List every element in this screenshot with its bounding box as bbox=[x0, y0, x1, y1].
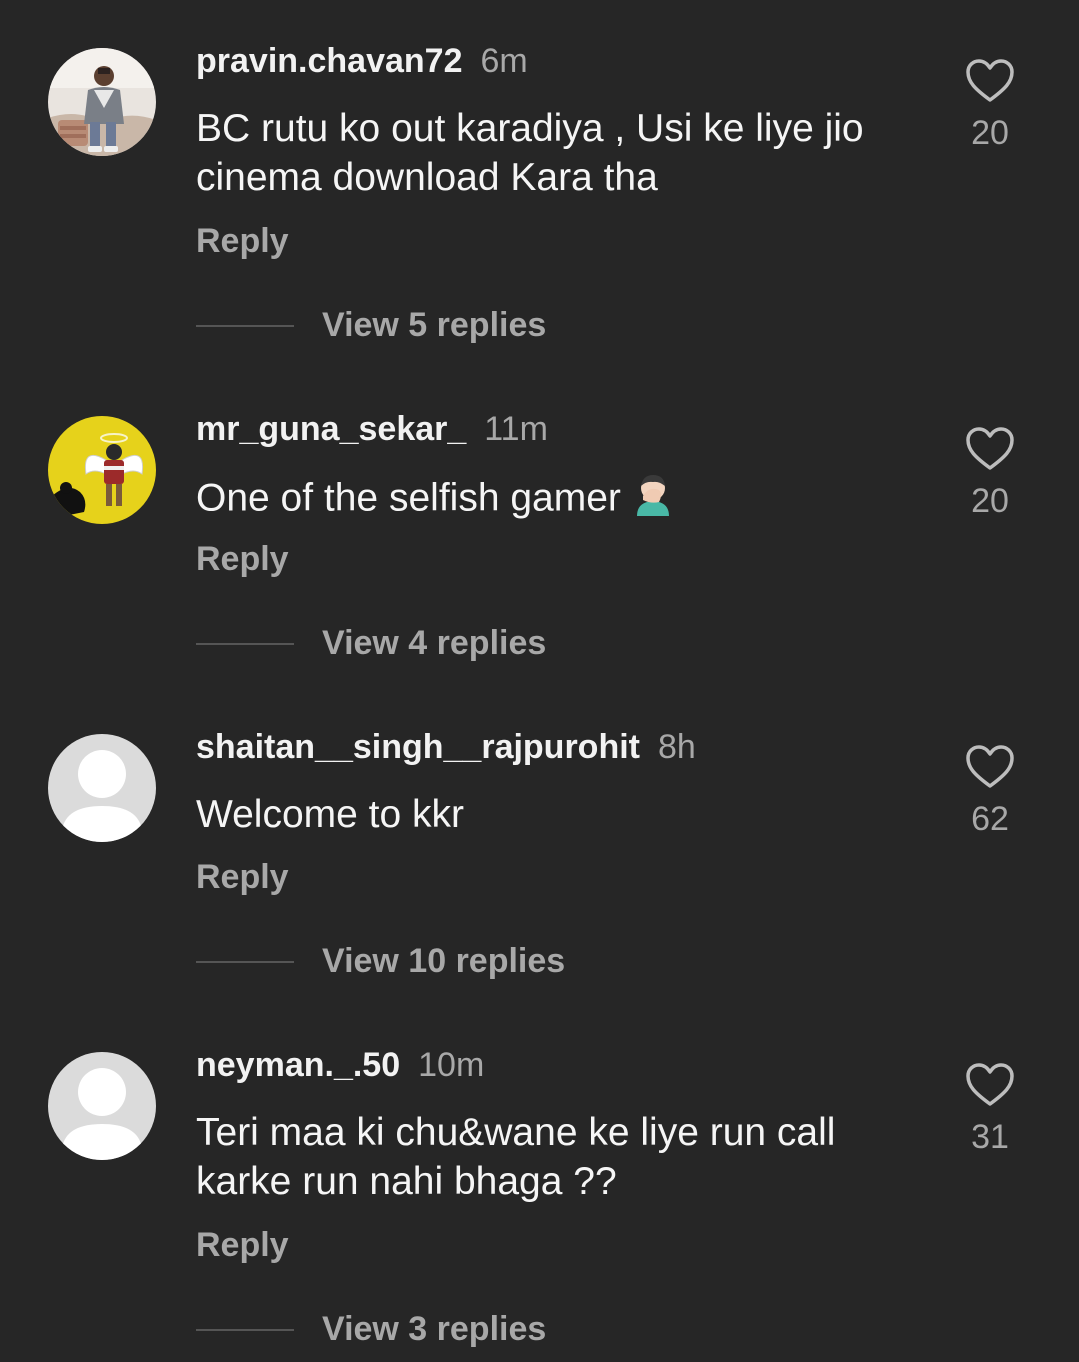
comment-item: pravin.chavan72 6m BC rutu ko out karadiy… bbox=[0, 0, 1079, 344]
comment-item: neyman._.50 10m Teri maa ki chu&wane ke l… bbox=[0, 1004, 1079, 1348]
comment-text-content: One of the selfish gamer bbox=[196, 476, 621, 520]
username[interactable]: mr_guna_sekar_ bbox=[196, 410, 466, 448]
reply-button[interactable]: Reply bbox=[196, 858, 289, 897]
avatar[interactable] bbox=[48, 416, 156, 524]
comment-meta: neyman._.50 10m bbox=[196, 1046, 484, 1085]
timestamp: 8h bbox=[658, 728, 696, 766]
like-button[interactable]: 20 bbox=[960, 58, 1020, 153]
heart-icon bbox=[966, 745, 1014, 788]
like-count: 62 bbox=[971, 800, 1009, 838]
angel-avatar-icon bbox=[48, 416, 156, 524]
divider-line bbox=[196, 960, 294, 963]
view-replies-button[interactable]: View 4 replies bbox=[196, 624, 546, 663]
user-photo-icon bbox=[48, 48, 156, 156]
like-count: 20 bbox=[971, 482, 1009, 520]
comment-meta: pravin.chavan72 6m bbox=[196, 42, 528, 81]
like-count: 20 bbox=[971, 114, 1009, 152]
comment-item: mr_guna_sekar_ 11m One of the selfish gam… bbox=[0, 368, 1079, 686]
avatar[interactable] bbox=[48, 734, 156, 842]
comment-text: BC rutu ko out karadiya , Usi ke liye ji… bbox=[196, 107, 864, 199]
default-avatar-icon bbox=[48, 734, 156, 842]
reply-button[interactable]: Reply bbox=[196, 1226, 289, 1265]
default-avatar-icon bbox=[48, 1052, 156, 1160]
reply-button[interactable]: Reply bbox=[196, 222, 289, 261]
reply-button[interactable]: Reply bbox=[196, 540, 289, 579]
heart-icon bbox=[966, 1063, 1014, 1106]
divider-line bbox=[196, 1328, 294, 1331]
comment-text: One of the selfish gamer bbox=[196, 472, 916, 528]
timestamp: 6m bbox=[480, 42, 528, 80]
like-count: 31 bbox=[971, 1118, 1009, 1156]
divider-line bbox=[196, 642, 294, 645]
comment-item: shaitan__singh__rajpurohit 8h Welcome to … bbox=[0, 686, 1079, 1004]
like-button[interactable]: 62 bbox=[960, 744, 1020, 839]
view-replies-label: View 3 replies bbox=[322, 1310, 547, 1348]
comments-list: pravin.chavan72 6m BC rutu ko out karadiy… bbox=[0, 0, 1079, 1362]
like-button[interactable]: 31 bbox=[960, 1062, 1020, 1157]
view-replies-label: View 10 replies bbox=[322, 942, 566, 980]
comment-meta: shaitan__singh__rajpurohit 8h bbox=[196, 728, 696, 767]
like-button[interactable]: 20 bbox=[960, 426, 1020, 521]
view-replies-button[interactable]: View 3 replies bbox=[196, 1310, 546, 1349]
username[interactable]: pravin.chavan72 bbox=[196, 42, 462, 80]
view-replies-button[interactable]: View 10 replies bbox=[196, 942, 565, 981]
comment-text: Welcome to kkr bbox=[196, 793, 465, 836]
avatar[interactable] bbox=[48, 48, 156, 156]
heart-icon bbox=[966, 59, 1014, 102]
username[interactable]: neyman._.50 bbox=[196, 1046, 400, 1084]
view-replies-button[interactable]: View 5 replies bbox=[196, 306, 546, 345]
divider-line bbox=[196, 324, 294, 327]
timestamp: 11m bbox=[484, 410, 548, 448]
comment-text: Teri maa ki chu&wane ke liye run call ka… bbox=[196, 1111, 836, 1203]
heart-icon bbox=[966, 427, 1014, 470]
username[interactable]: shaitan__singh__rajpurohit bbox=[196, 728, 640, 766]
avatar[interactable] bbox=[48, 1052, 156, 1160]
view-replies-label: View 4 replies bbox=[322, 624, 547, 662]
comment-meta: mr_guna_sekar_ 11m bbox=[196, 410, 548, 449]
view-replies-label: View 5 replies bbox=[322, 306, 547, 344]
facepalm-emoji-icon bbox=[631, 472, 675, 528]
timestamp: 10m bbox=[418, 1046, 485, 1084]
